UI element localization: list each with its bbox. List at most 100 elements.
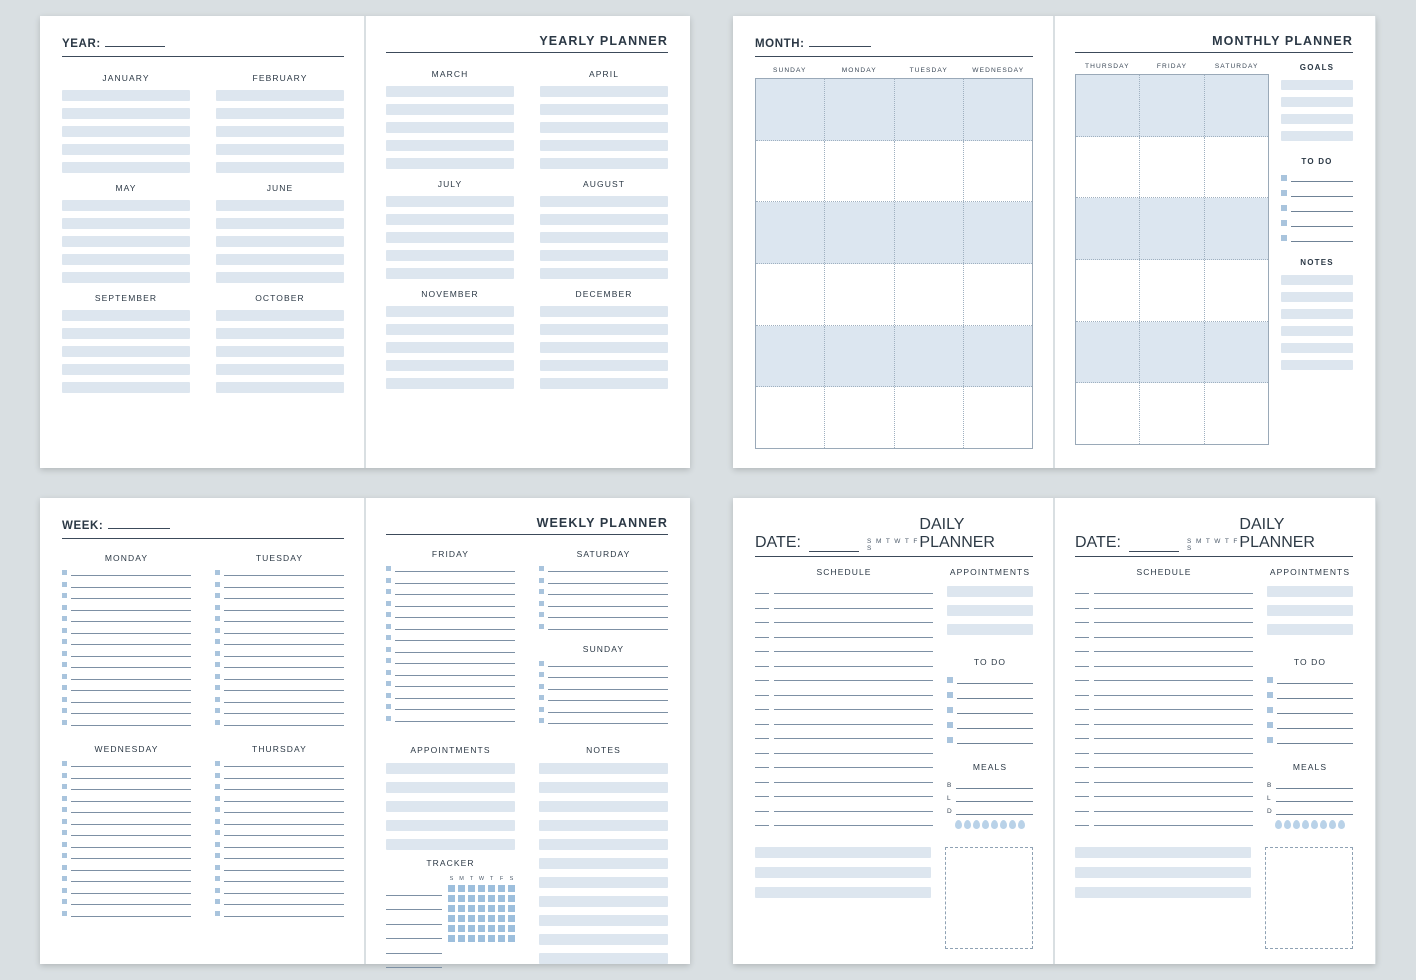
tracker-cell[interactable] xyxy=(488,924,495,932)
time-slot[interactable] xyxy=(1075,586,1089,594)
checkbox-icon[interactable] xyxy=(539,695,544,700)
checkbox-icon[interactable] xyxy=(62,650,67,656)
write-line[interactable] xyxy=(386,916,442,925)
task-line[interactable] xyxy=(539,706,668,713)
write-line[interactable] xyxy=(71,783,191,790)
write-line[interactable] xyxy=(224,684,344,691)
write-bar[interactable] xyxy=(386,140,514,151)
note-box[interactable] xyxy=(1265,846,1353,949)
write-bar[interactable] xyxy=(1281,80,1353,90)
checkbox-icon[interactable] xyxy=(386,658,391,663)
tracker-cell[interactable] xyxy=(498,934,505,942)
tracker-cell[interactable] xyxy=(478,904,485,912)
write-line[interactable] xyxy=(71,707,191,714)
time-slot[interactable] xyxy=(755,818,769,826)
write-line[interactable] xyxy=(395,692,515,699)
task-line[interactable] xyxy=(215,627,344,634)
write-bar[interactable] xyxy=(1281,309,1353,319)
checkbox-icon[interactable] xyxy=(62,662,67,667)
task-line[interactable] xyxy=(215,581,344,588)
checkbox-icon[interactable] xyxy=(62,784,67,789)
write-bar[interactable] xyxy=(216,236,344,247)
write-line[interactable] xyxy=(386,959,442,968)
write-bar[interactable] xyxy=(539,933,668,945)
checkbox-icon[interactable] xyxy=(62,719,67,725)
task-line[interactable] xyxy=(215,852,344,859)
write-bar[interactable] xyxy=(386,232,514,243)
checkbox-icon[interactable] xyxy=(539,566,544,571)
weekday-initials[interactable]: S M T W T F S xyxy=(867,538,919,552)
time-slot[interactable] xyxy=(1075,818,1089,826)
checkbox-icon[interactable] xyxy=(215,795,220,801)
task-line[interactable] xyxy=(386,600,515,607)
schedule-line[interactable] xyxy=(755,789,933,797)
task-line[interactable] xyxy=(215,829,344,836)
write-line[interactable] xyxy=(774,644,933,652)
checkbox-icon[interactable] xyxy=(539,589,544,594)
write-line[interactable] xyxy=(1094,601,1253,609)
checkbox-icon[interactable] xyxy=(215,818,220,824)
write-line[interactable] xyxy=(1094,688,1253,696)
checkbox-icon[interactable] xyxy=(62,673,67,679)
water-drop-icon[interactable] xyxy=(1311,820,1318,829)
write-line[interactable] xyxy=(548,706,668,713)
write-bar[interactable] xyxy=(62,200,190,211)
time-slot[interactable] xyxy=(755,630,769,638)
write-line[interactable] xyxy=(774,615,933,623)
schedule-line[interactable] xyxy=(755,688,933,696)
write-bar[interactable] xyxy=(540,378,668,389)
schedule-line[interactable] xyxy=(755,731,933,739)
write-line[interactable] xyxy=(224,707,344,714)
todo-item[interactable] xyxy=(1281,234,1353,242)
write-line[interactable] xyxy=(224,673,344,680)
water-drop-icon[interactable] xyxy=(1000,820,1007,829)
tracker-cell[interactable] xyxy=(498,894,505,902)
schedule-line[interactable] xyxy=(1075,702,1253,710)
task-line[interactable] xyxy=(215,783,344,790)
write-bar[interactable] xyxy=(540,250,668,261)
write-bar[interactable] xyxy=(540,158,668,169)
task-line[interactable] xyxy=(215,650,344,657)
write-line[interactable] xyxy=(1094,630,1253,638)
meal-line[interactable]: D xyxy=(1267,807,1353,815)
checkbox-icon[interactable] xyxy=(215,570,220,575)
tracker-cell[interactable] xyxy=(488,904,495,912)
task-line[interactable] xyxy=(539,588,668,595)
time-slot[interactable] xyxy=(755,775,769,783)
schedule-line[interactable] xyxy=(1075,717,1253,725)
task-line[interactable] xyxy=(62,806,191,813)
write-line[interactable] xyxy=(71,910,191,917)
calendar-cell[interactable] xyxy=(825,387,895,449)
task-line[interactable] xyxy=(62,615,191,622)
time-slot[interactable] xyxy=(1075,789,1089,797)
checkbox-icon[interactable] xyxy=(62,685,67,690)
calendar-cell[interactable] xyxy=(895,264,964,325)
checkbox-icon[interactable] xyxy=(1281,235,1287,241)
checkbox-icon[interactable] xyxy=(1267,737,1273,743)
write-bar[interactable] xyxy=(540,268,668,279)
tracker-cell[interactable] xyxy=(478,884,485,892)
write-line[interactable] xyxy=(224,627,344,634)
write-line[interactable] xyxy=(1094,789,1253,797)
checkbox-icon[interactable] xyxy=(386,635,391,640)
write-line[interactable] xyxy=(774,702,933,710)
schedule-line[interactable] xyxy=(1075,775,1253,783)
schedule-line[interactable] xyxy=(755,717,933,725)
write-bar[interactable] xyxy=(216,382,344,393)
write-bar[interactable] xyxy=(216,254,344,265)
task-line[interactable] xyxy=(215,569,344,576)
write-line[interactable] xyxy=(71,638,191,645)
write-line[interactable] xyxy=(224,818,344,825)
checkbox-icon[interactable] xyxy=(215,761,220,766)
write-line[interactable] xyxy=(1291,189,1353,197)
tracker-cell[interactable] xyxy=(478,924,485,932)
write-bar[interactable] xyxy=(62,108,190,119)
write-bar[interactable] xyxy=(216,310,344,321)
water-drop-icon[interactable] xyxy=(964,820,971,829)
checkbox-icon[interactable] xyxy=(62,772,67,778)
tracker-cell[interactable] xyxy=(478,894,485,902)
write-bar[interactable] xyxy=(62,218,190,229)
write-line[interactable] xyxy=(956,781,1033,789)
write-line[interactable] xyxy=(395,680,515,687)
time-slot[interactable] xyxy=(1075,775,1089,783)
